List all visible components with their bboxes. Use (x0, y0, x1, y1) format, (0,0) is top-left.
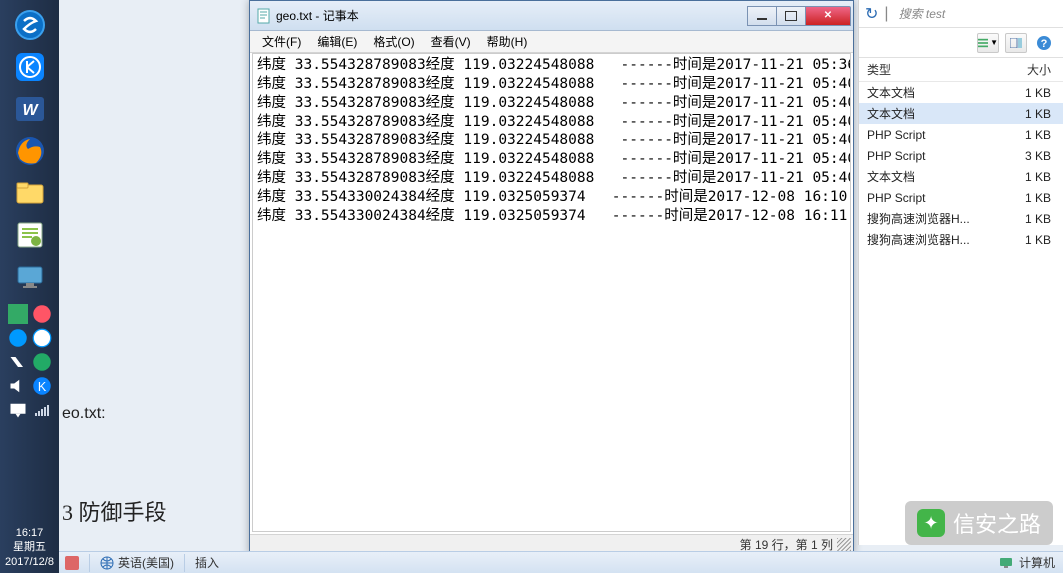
volume-icon[interactable] (8, 376, 28, 396)
clock-date: 2017/12/8 (0, 555, 59, 569)
row-type: PHP Script (859, 149, 979, 163)
notepad-window: geo.txt - 记事本 文件(F) 编辑(E) 格式(O) 查看(V) 帮助… (249, 0, 854, 555)
tray-icon[interactable] (32, 304, 52, 324)
svg-text:?: ? (1041, 38, 1048, 50)
background-section-title: 3 防御手段 (62, 495, 167, 527)
action-center-icon[interactable] (8, 400, 28, 420)
maximize-button[interactable] (776, 6, 806, 26)
minimize-button[interactable] (747, 6, 777, 26)
tray-icon[interactable] (8, 352, 28, 372)
table-row[interactable]: 搜狗高速浏览器H...1 KB (859, 208, 1063, 229)
notepad-menubar: 文件(F) 编辑(E) 格式(O) 查看(V) 帮助(H) (250, 31, 853, 53)
explorer-panel: ↻ | 搜索 test ▼ ? 类型 大小 文本文档1 KB文本文档1 KBPH… (858, 0, 1063, 545)
table-row[interactable]: PHP Script1 KB (859, 124, 1063, 145)
window-buttons (748, 6, 851, 26)
explorer-toolbar: ▼ ? (859, 28, 1063, 58)
row-size: 1 KB (979, 233, 1063, 247)
preview-pane-icon[interactable] (1005, 33, 1027, 53)
tray-icon[interactable] (32, 328, 52, 348)
row-size: 1 KB (979, 170, 1063, 184)
notepad-titlebar[interactable]: geo.txt - 记事本 (250, 1, 853, 31)
table-row[interactable]: 文本文档1 KB (859, 82, 1063, 103)
tray-icon[interactable] (32, 352, 52, 372)
help-icon[interactable]: ? (1033, 33, 1055, 53)
menu-file[interactable]: 文件(F) (254, 31, 309, 52)
row-size: 3 KB (979, 149, 1063, 163)
table-row[interactable]: PHP Script1 KB (859, 187, 1063, 208)
svg-text:W: W (22, 102, 39, 119)
table-row[interactable]: 文本文档1 KB (859, 166, 1063, 187)
row-size: 1 KB (979, 212, 1063, 226)
signal-icon[interactable] (32, 400, 52, 420)
sogou-browser-icon[interactable] (9, 6, 51, 44)
table-row[interactable]: 搜狗高速浏览器H...1 KB (859, 229, 1063, 250)
row-size: 1 KB (979, 86, 1063, 100)
wechat-icon: ✦ (917, 509, 945, 537)
view-mode-icon[interactable]: ▼ (977, 33, 999, 53)
taskbar: W K 16:17 星期五 2017/12/8 (0, 0, 59, 573)
row-type: PHP Script (859, 128, 979, 142)
menu-help[interactable]: 帮助(H) (479, 31, 536, 52)
insert-mode[interactable]: 插入 (189, 554, 225, 571)
row-size: 1 KB (979, 191, 1063, 205)
watermark-text: 信安之路 (953, 507, 1041, 539)
globe-icon (100, 556, 114, 570)
menu-view[interactable]: 查看(V) (423, 31, 479, 52)
clock-day: 星期五 (0, 540, 59, 554)
column-size[interactable]: 大小 (979, 61, 1063, 78)
notepad-icon (256, 8, 272, 24)
desktop-icon[interactable] (9, 258, 51, 296)
statusbar-item[interactable] (59, 556, 85, 570)
notepad-title: geo.txt - 记事本 (276, 7, 748, 24)
svg-text:K: K (37, 380, 46, 394)
menu-format[interactable]: 格式(O) (365, 31, 422, 52)
explorer-columns-header[interactable]: 类型 大小 (859, 58, 1063, 82)
background-geo-label: eo.txt: (62, 405, 106, 423)
computer-icon (999, 556, 1013, 570)
tray-icons: K (6, 302, 54, 422)
computer-label[interactable]: 计算机 (1019, 554, 1055, 571)
row-type: PHP Script (859, 191, 979, 205)
notepad-textarea[interactable]: 纬度 33.554328789083经度 119.03224548088 ---… (252, 53, 851, 532)
resize-grip[interactable] (837, 538, 851, 552)
menu-edit[interactable]: 编辑(E) (309, 31, 365, 52)
row-size: 1 KB (979, 107, 1063, 121)
row-type: 文本文档 (859, 168, 979, 185)
table-row[interactable]: 文本文档1 KB (859, 103, 1063, 124)
search-input[interactable]: 搜索 test (895, 5, 1057, 22)
close-button[interactable] (805, 6, 851, 26)
explorer-icon[interactable] (9, 174, 51, 212)
column-type[interactable]: 类型 (859, 61, 979, 78)
row-type: 文本文档 (859, 105, 979, 122)
table-row[interactable]: PHP Script3 KB (859, 145, 1063, 166)
row-type: 文本文档 (859, 84, 979, 101)
refresh-icon[interactable]: ↻ (865, 4, 878, 24)
row-type: 搜狗高速浏览器H... (859, 231, 979, 248)
watermark: ✦ 信安之路 (905, 501, 1053, 545)
word-icon[interactable]: W (9, 90, 51, 128)
explorer-searchbar: ↻ | 搜索 test (859, 0, 1063, 28)
language-indicator[interactable]: 英语(美国) (94, 554, 180, 571)
taskbar-clock[interactable]: 16:17 星期五 2017/12/8 (0, 526, 59, 573)
explorer-rows: 文本文档1 KB文本文档1 KBPHP Script1 KBPHP Script… (859, 82, 1063, 250)
row-size: 1 KB (979, 128, 1063, 142)
statusbar: 英语(美国) 插入 计算机 (59, 551, 1063, 573)
row-type: 搜狗高速浏览器H... (859, 210, 979, 227)
firefox-icon[interactable] (9, 132, 51, 170)
clock-time: 16:17 (0, 526, 59, 540)
kugou-tray-icon[interactable]: K (32, 376, 52, 396)
kugou-icon[interactable] (9, 48, 51, 86)
tray-icon[interactable] (8, 304, 28, 324)
notepadpp-icon[interactable] (9, 216, 51, 254)
tray-icon[interactable] (8, 328, 28, 348)
